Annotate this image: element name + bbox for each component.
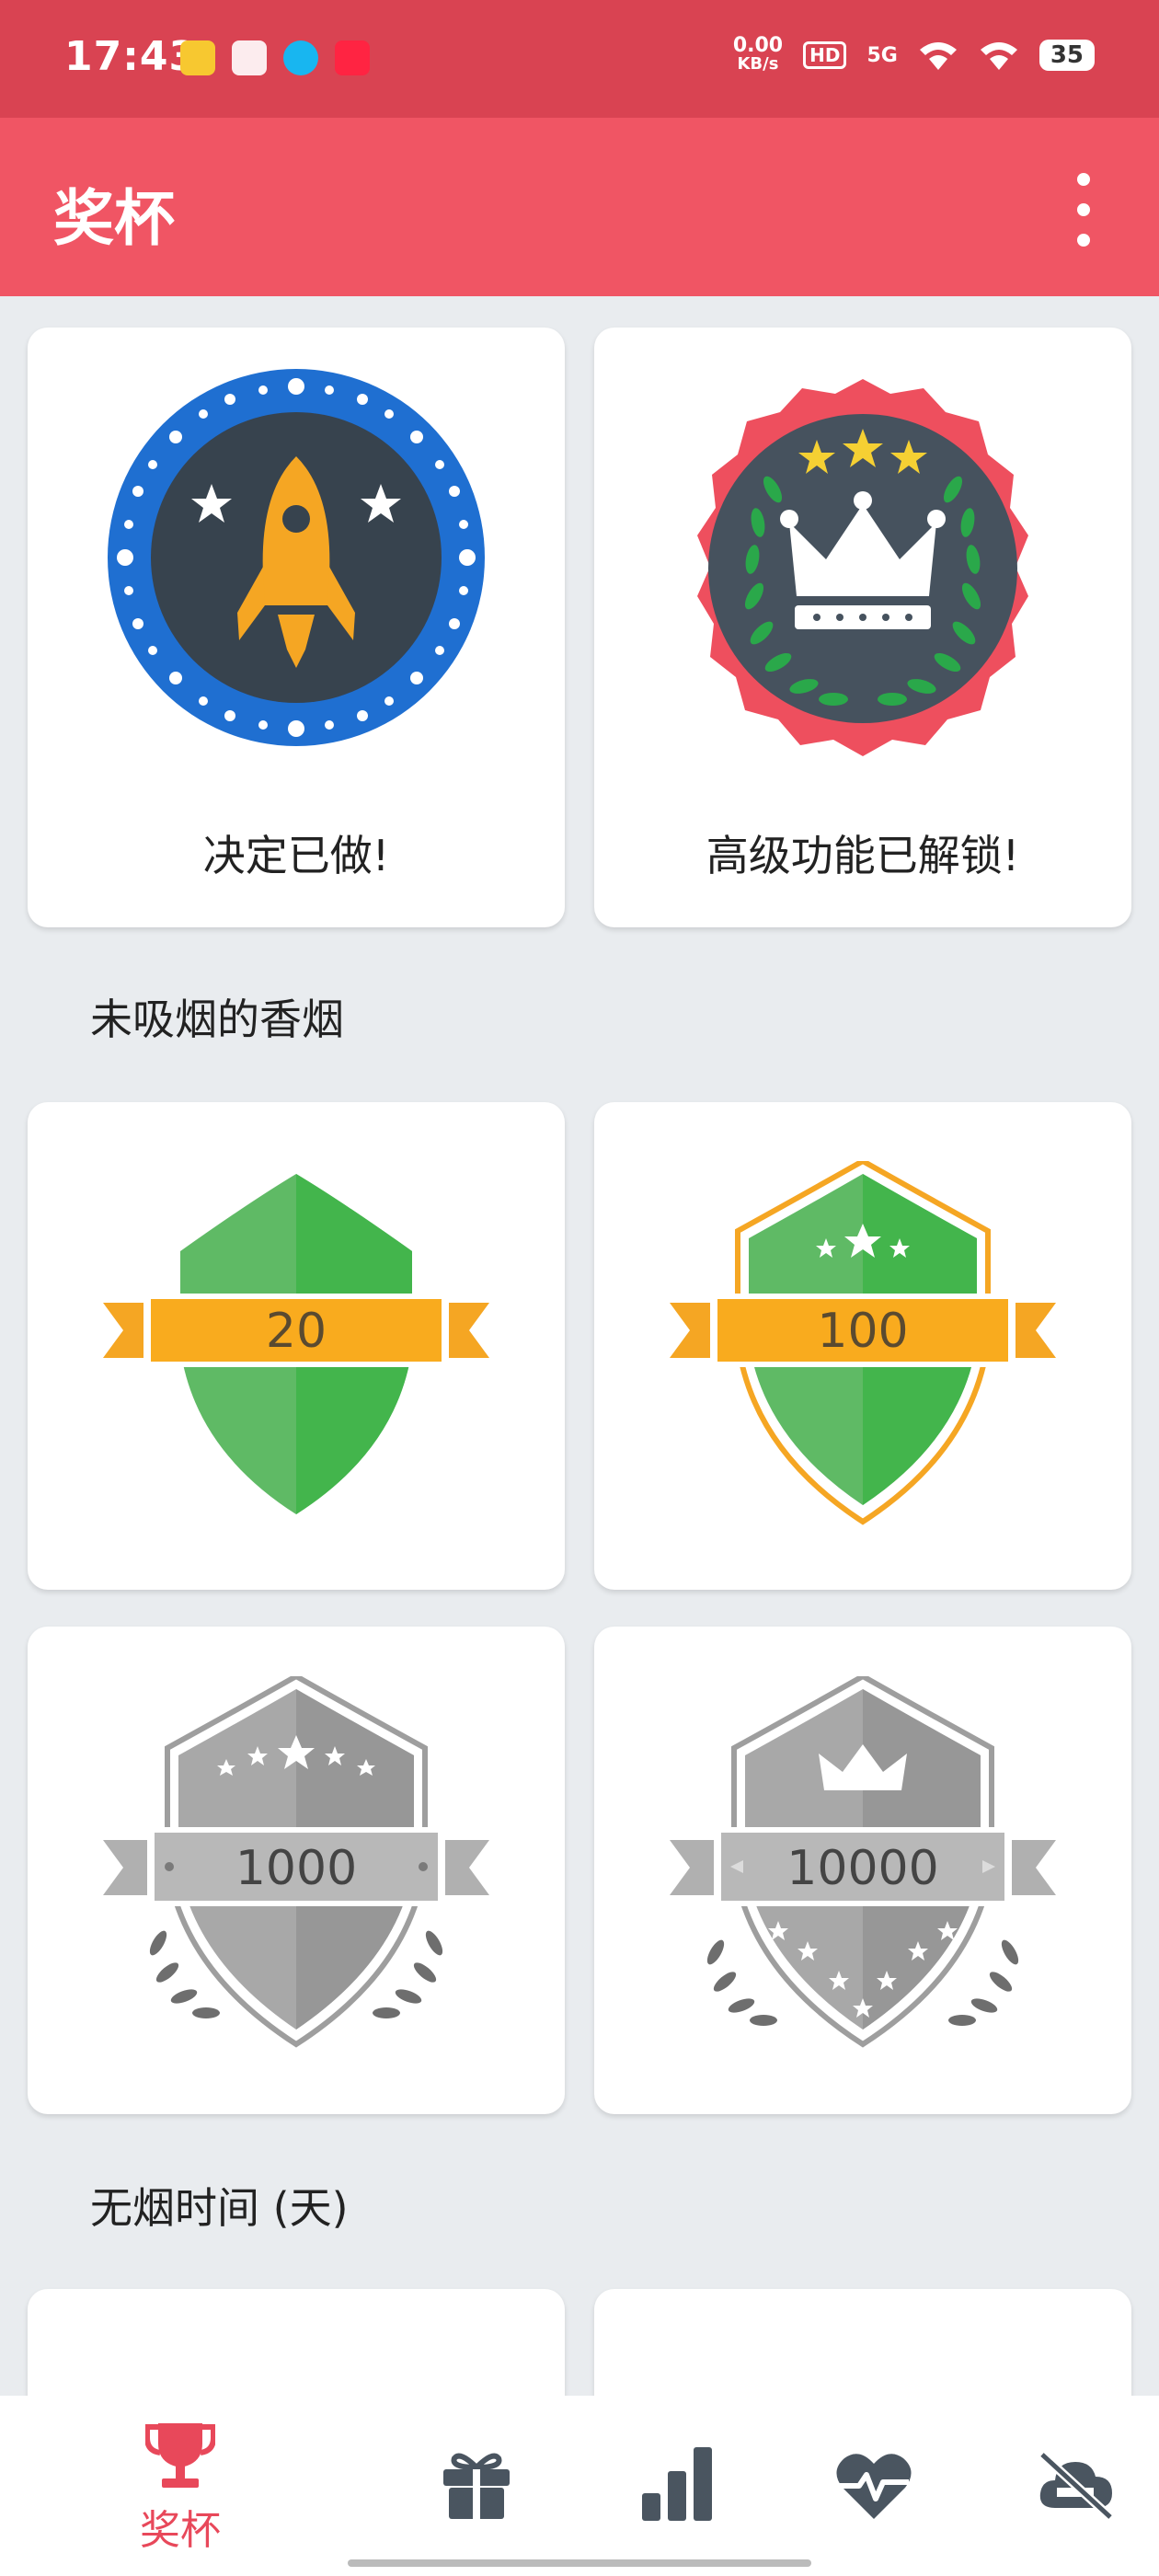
section-title-unsmoked: 未吸烟的香烟 <box>90 995 344 1044</box>
more-dot-icon <box>1077 234 1090 247</box>
nav-item-health[interactable] <box>791 2396 957 2576</box>
battery-indicator: 35 <box>1039 40 1095 71</box>
wifi-icon-2 <box>980 42 1017 70</box>
badge-value: 1000 <box>235 1841 357 1896</box>
net-speed-unit: KB/s <box>737 54 779 74</box>
trophy-icon <box>145 2423 215 2488</box>
status-indicators: 0.00 KB/s HD 5G 35 <box>732 34 1095 74</box>
badge-card-20[interactable]: 20 <box>28 1102 565 1590</box>
wifi-icon <box>919 42 957 70</box>
hd-badge: HD <box>803 41 847 69</box>
nav-item-gifts[interactable] <box>394 2396 559 2576</box>
net-speed-value: 0.00 <box>732 34 784 57</box>
trophy-card-decision[interactable]: 决定已做! <box>28 328 565 927</box>
locked-shield-badge-icon: 1000 <box>103 1676 489 2048</box>
badge-value: 10000 <box>786 1841 938 1896</box>
net-speed: 0.00 KB/s <box>732 34 784 74</box>
more-dot-icon <box>1077 203 1090 216</box>
xiaohongshu-notification-icon <box>335 40 370 75</box>
rocket-badge-icon <box>108 369 485 746</box>
home-indicator[interactable] <box>348 2559 811 2567</box>
page-title: 奖杯 <box>53 183 175 254</box>
trophy-label: 高级功能已解锁! <box>706 831 1020 880</box>
badge-value: 20 <box>266 1304 327 1359</box>
nav-item-stats[interactable] <box>594 2396 760 2576</box>
trophy-label: 决定已做! <box>202 831 390 880</box>
bar-chart-icon <box>642 2447 712 2521</box>
locked-crown-shield-badge-icon: 10000 <box>670 1676 1056 2048</box>
badge-card-1000[interactable]: 1000 <box>28 1627 565 2114</box>
status-time: 17:43 <box>64 33 199 80</box>
trophy-card-premium[interactable]: 高级功能已解锁! <box>594 328 1131 927</box>
section-title-smoke-free: 无烟时间 (天) <box>90 2183 349 2233</box>
green-shield-star-badge-icon: 100 <box>670 1161 1056 1525</box>
badge-value: 100 <box>817 1304 908 1359</box>
app-bar: 奖杯 <box>0 118 1159 296</box>
green-shield-badge-icon: 20 <box>103 1174 489 1514</box>
app-notification-icon <box>180 40 215 75</box>
status-bar: 17:43 0.00 KB/s HD 5G 35 <box>0 0 1159 118</box>
badge-card-100[interactable]: 100 <box>594 1102 1131 1590</box>
signal-label: 5G <box>866 43 898 67</box>
more-dot-icon <box>1077 173 1090 186</box>
crown-laurel-badge-icon <box>697 379 1028 756</box>
more-options-button[interactable] <box>1056 173 1111 247</box>
calendar-notification-icon <box>232 40 267 75</box>
gift-icon <box>443 2453 510 2519</box>
nav-label-trophies: 奖杯 <box>140 2507 221 2554</box>
nav-item-no-smoking[interactable] <box>993 2396 1159 2576</box>
bottom-navigation: 奖杯 <box>0 2396 1159 2576</box>
heartbeat-icon <box>836 2454 912 2519</box>
no-smoking-cloud-icon <box>1039 2451 1114 2521</box>
notification-icons <box>180 40 370 75</box>
qq-notification-icon <box>283 40 318 75</box>
nav-item-trophies[interactable]: 奖杯 <box>98 2396 263 2576</box>
badge-card-10000[interactable]: 10000 <box>594 1627 1131 2114</box>
